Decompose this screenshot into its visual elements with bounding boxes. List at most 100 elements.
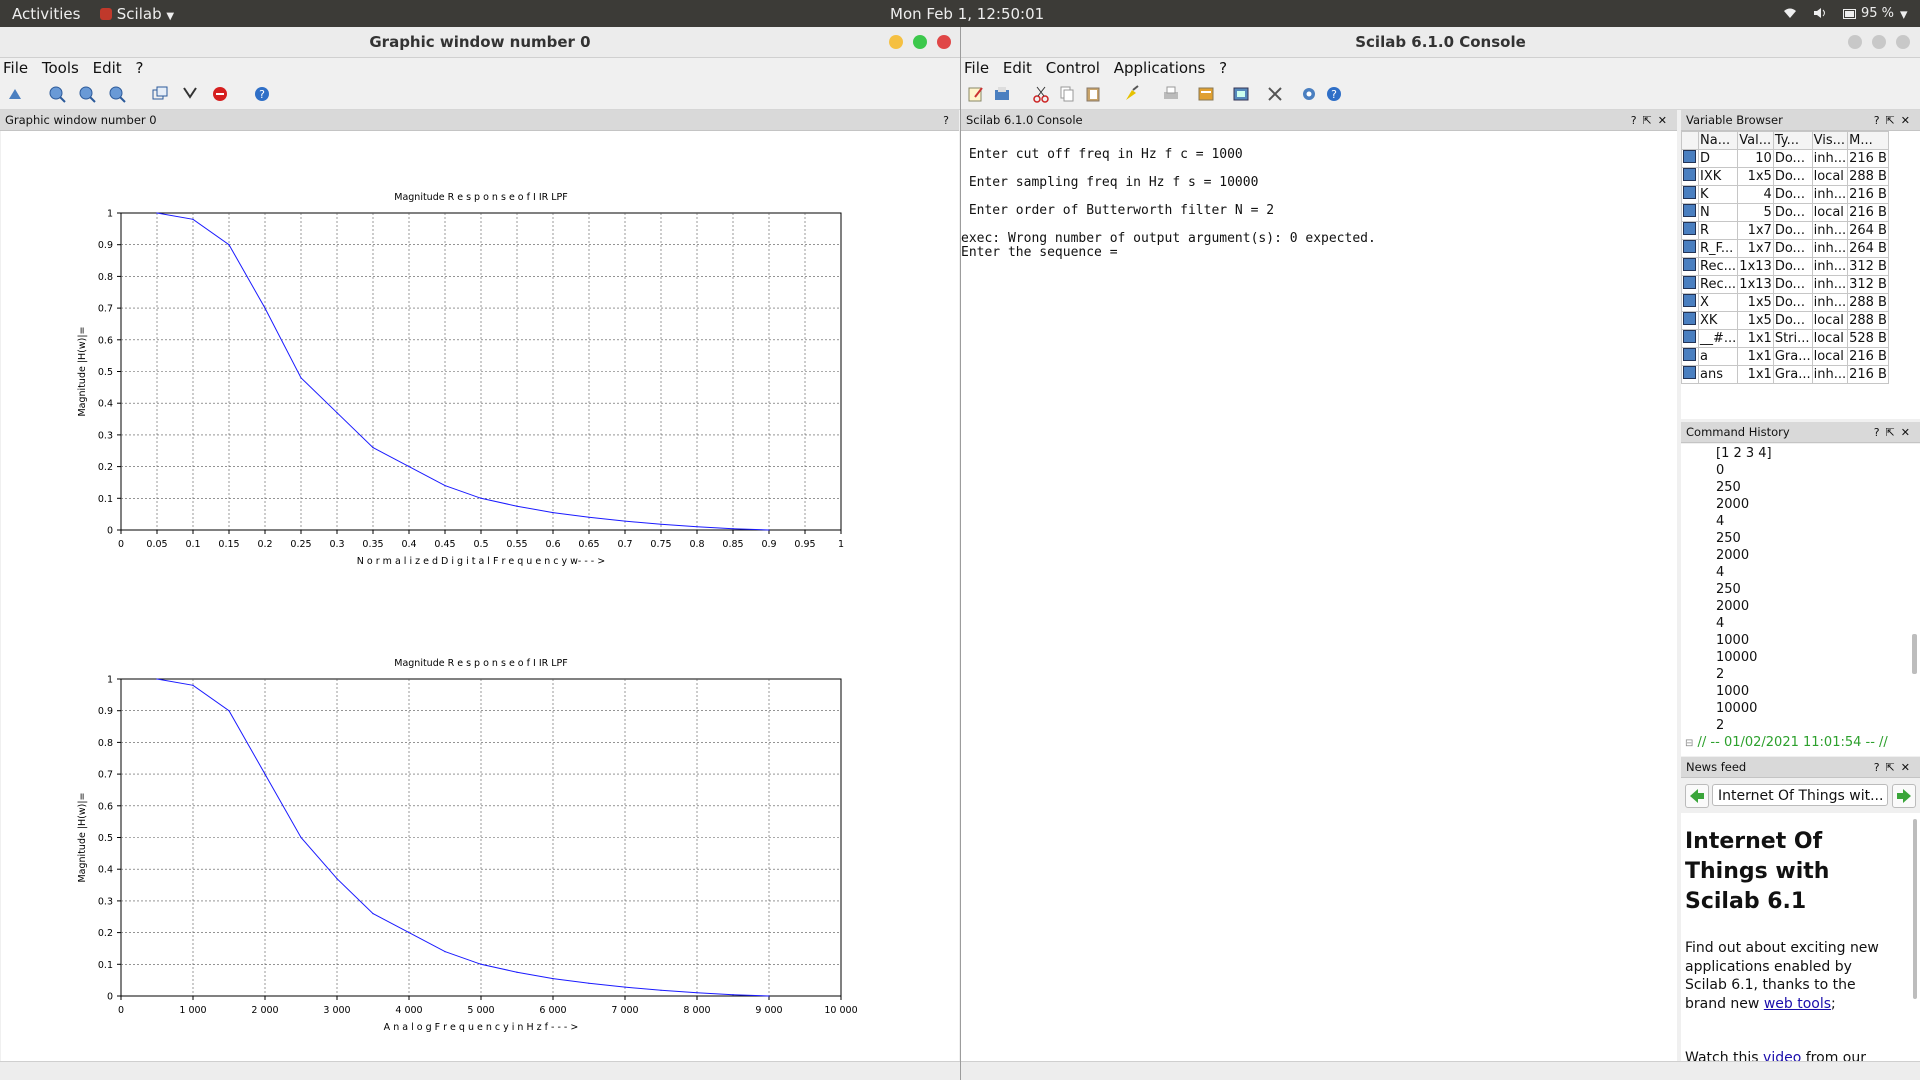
- settings-gear-icon[interactable]: [1299, 84, 1319, 104]
- variable-row[interactable]: R 1x7 Do... inh... 264 B: [1681, 221, 1889, 240]
- news-vertical-scrollbar[interactable]: [1913, 819, 1917, 999]
- variable-row[interactable]: Rec... 1x13 Do... inh... 312 B: [1681, 275, 1889, 294]
- history-item[interactable]: 1000: [1716, 684, 1749, 699]
- zoom-out-icon[interactable]: [107, 84, 127, 104]
- clear-console-icon[interactable]: [1122, 84, 1142, 104]
- cut-icon[interactable]: [1031, 84, 1051, 104]
- minimize-button[interactable]: [889, 35, 903, 49]
- dock-controls[interactable]: ?⇱✕: [1631, 110, 1673, 131]
- column-header[interactable]: Vis...: [1811, 131, 1849, 150]
- windows-icon[interactable]: [150, 84, 170, 104]
- copy-icon[interactable]: [1057, 84, 1077, 104]
- zoom-reset-icon[interactable]: [77, 84, 97, 104]
- history-item[interactable]: 2000: [1716, 497, 1749, 512]
- stop-icon[interactable]: [210, 84, 230, 104]
- command-history-header: Command History ?⇱✕: [1681, 422, 1920, 443]
- variable-row[interactable]: ans 1x1 Gra... inh... 216 B: [1681, 365, 1889, 384]
- menu-edit[interactable]: Edit: [93, 59, 122, 77]
- close-button[interactable]: [937, 35, 951, 49]
- news-next-button[interactable]: [1892, 784, 1916, 808]
- rotate-icon[interactable]: [5, 84, 25, 104]
- variable-row[interactable]: D 10 Do... inh... 216 B: [1681, 149, 1889, 168]
- scinotes-icon[interactable]: [966, 84, 986, 104]
- maximize-button[interactable]: [1872, 35, 1886, 49]
- variable-row[interactable]: X 1x5 Do... inh... 288 B: [1681, 293, 1889, 312]
- zoom-in-icon[interactable]: [47, 84, 67, 104]
- dock-controls[interactable]: ?⇱✕: [1874, 110, 1916, 131]
- variable-row[interactable]: IXK 1x5 Do... local 288 B: [1681, 167, 1889, 186]
- variable-row[interactable]: K 4 Do... inh... 216 B: [1681, 185, 1889, 204]
- history-item[interactable]: 4: [1716, 565, 1724, 580]
- column-header[interactable]: Na...: [1697, 131, 1739, 150]
- column-header[interactable]: Ty...: [1772, 131, 1813, 150]
- app-menu[interactable]: Scilab ▼: [100, 5, 174, 23]
- menu-tools[interactable]: Tools: [42, 59, 79, 77]
- history-item[interactable]: 1000: [1716, 633, 1749, 648]
- tools-icon[interactable]: [1265, 84, 1285, 104]
- maximize-button[interactable]: [913, 35, 927, 49]
- datatip-icon[interactable]: [180, 84, 200, 104]
- variable-row[interactable]: a 1x1 Gra... local 216 B: [1681, 347, 1889, 366]
- history-item[interactable]: 10000: [1716, 650, 1757, 665]
- help-icon[interactable]: ?: [1324, 84, 1344, 104]
- history-item[interactable]: 4: [1716, 514, 1724, 529]
- history-item[interactable]: 2: [1716, 667, 1724, 682]
- news-selector[interactable]: Internet Of Things wit...: [1712, 784, 1888, 806]
- console-window-titlebar[interactable]: Scilab 6.1.0 Console: [961, 27, 1920, 58]
- news-previous-button[interactable]: [1685, 784, 1709, 808]
- history-item[interactable]: 4: [1716, 616, 1724, 631]
- xcos-icon[interactable]: [1231, 84, 1251, 104]
- svg-text:?: ?: [259, 88, 265, 101]
- variable-row[interactable]: XK 1x5 Do... local 288 B: [1681, 311, 1889, 330]
- history-item[interactable]: [1 2 3 4]: [1716, 446, 1772, 461]
- variable-row[interactable]: R_F... 1x7 Do... inh... 264 B: [1681, 239, 1889, 258]
- variable-cell: Do...: [1772, 293, 1813, 312]
- battery-icon[interactable]: [1843, 5, 1857, 23]
- menu-help[interactable]: ?: [1219, 59, 1227, 77]
- volume-icon[interactable]: [1813, 5, 1827, 23]
- clock[interactable]: Mon Feb 1, 12:50:01: [890, 5, 1044, 23]
- history-scrollbar[interactable]: [1912, 634, 1917, 674]
- open-file-icon[interactable]: [992, 84, 1012, 104]
- history-item[interactable]: 2000: [1716, 599, 1749, 614]
- history-item[interactable]: 2000: [1716, 548, 1749, 563]
- dock-controls[interactable]: ?⇱✕: [1874, 757, 1916, 778]
- variable-row[interactable]: __#... 1x1 Stri... local 528 B: [1681, 329, 1889, 348]
- menu-help[interactable]: ?: [135, 59, 143, 77]
- column-header[interactable]: M...: [1847, 131, 1889, 150]
- system-menu-arrow[interactable]: ▾: [1900, 5, 1908, 23]
- icon-column-header[interactable]: [1681, 131, 1699, 150]
- menu-applications[interactable]: Applications: [1114, 59, 1206, 77]
- variable-row[interactable]: N 5 Do... local 216 B: [1681, 203, 1889, 222]
- close-button[interactable]: [1896, 35, 1910, 49]
- variable-row[interactable]: Rec... 1x13 Do... inh... 312 B: [1681, 257, 1889, 276]
- history-item[interactable]: 2: [1716, 718, 1724, 733]
- menu-control[interactable]: Control: [1046, 59, 1100, 77]
- wifi-icon[interactable]: [1783, 5, 1797, 23]
- variable-browser-icon[interactable]: [1196, 84, 1216, 104]
- news-link[interactable]: web tools: [1764, 996, 1831, 1012]
- menu-file[interactable]: File: [964, 59, 989, 77]
- console-output[interactable]: Enter cut off freq in Hz f c = 1000 Ente…: [961, 131, 1677, 1080]
- minimize-button[interactable]: [1848, 35, 1862, 49]
- history-item[interactable]: 250: [1716, 582, 1741, 597]
- history-item[interactable]: 10000: [1716, 701, 1757, 716]
- activities-button[interactable]: Activities: [12, 5, 80, 23]
- column-header[interactable]: Val...: [1737, 131, 1774, 150]
- history-item[interactable]: 250: [1716, 480, 1741, 495]
- history-session-line[interactable]: ⊟ // -- 01/02/2021 11:01:54 -- //: [1685, 735, 1888, 750]
- print-icon[interactable]: [1161, 84, 1181, 104]
- menu-edit[interactable]: Edit: [1003, 59, 1032, 77]
- help-icon[interactable]: ?: [252, 84, 272, 104]
- plot-canvas[interactable]: 0 0.05 0.1 0.15 0.2 0.25 0.3 0.35 0.4 0.45 0.5 0.55…: [1, 131, 959, 1080]
- collapse-icon[interactable]: ⊟: [1685, 738, 1693, 749]
- dock-help-icon[interactable]: ?: [943, 110, 955, 131]
- history-item[interactable]: 0: [1716, 463, 1724, 478]
- menu-file[interactable]: File: [3, 59, 28, 77]
- y-tick-label: 0.9: [98, 240, 113, 251]
- dock-controls[interactable]: ?⇱✕: [1874, 422, 1916, 443]
- history-item[interactable]: 250: [1716, 531, 1741, 546]
- paste-icon[interactable]: [1083, 84, 1103, 104]
- graphic-window-titlebar[interactable]: Graphic window number 0: [0, 27, 960, 58]
- plot-title: Magnitude R e s p o n s e o f I IR LPF: [394, 658, 568, 669]
